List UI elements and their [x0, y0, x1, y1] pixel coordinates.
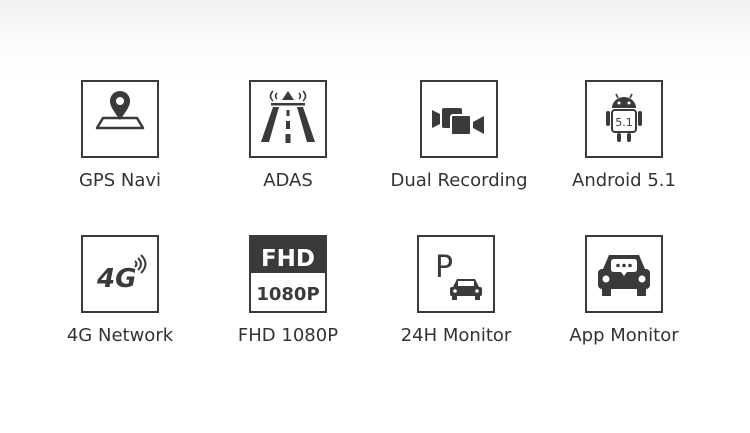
- features-grid: GPS Navi ADAS Dual Recording 5.1 Android…: [0, 0, 750, 433]
- 1080p-text: 1080P: [256, 284, 319, 305]
- parking-p-text: P: [435, 250, 453, 285]
- adas-box: [249, 80, 327, 158]
- feature-label: ADAS: [263, 170, 313, 191]
- dual-recording-box: [420, 80, 498, 158]
- feature-gps-navi: GPS Navi: [40, 80, 200, 191]
- 24h-monitor-box: P: [417, 235, 495, 313]
- feature-dual-recording: Dual Recording: [379, 80, 539, 191]
- android-robot-icon: 5.1: [606, 93, 642, 142]
- 4g-network-box: 4G: [81, 235, 159, 313]
- fhd-text: FHD: [261, 246, 315, 272]
- adas-road-icon: [261, 90, 315, 143]
- car-chat-icon: [598, 255, 650, 296]
- feature-4g-network: 4G 4G Network: [40, 235, 200, 346]
- feature-fhd: FHD 1080P FHD 1080P: [208, 235, 368, 346]
- feature-app-monitor: App Monitor: [544, 235, 704, 346]
- feature-android: 5.1 Android 5.1: [544, 80, 704, 191]
- feature-label: GPS Navi: [78, 170, 162, 191]
- android-box: 5.1: [585, 80, 663, 158]
- fhd-badge-icon: FHD 1080P: [251, 237, 325, 305]
- feature-label: Android 5.1: [572, 170, 676, 191]
- feature-label: FHD 1080P: [237, 325, 339, 346]
- 4g-text: 4G: [96, 264, 136, 294]
- feature-label: 24H Monitor: [400, 325, 512, 346]
- android-version-text: 5.1: [615, 116, 633, 129]
- app-monitor-box: [585, 235, 663, 313]
- gps-map-pin-icon: [95, 91, 145, 130]
- feature-label: Dual Recording: [390, 170, 528, 191]
- gps-navi-box: [81, 80, 159, 158]
- 4g-signal-icon: 4G: [96, 254, 147, 294]
- feature-label: 4G Network: [66, 325, 174, 346]
- feature-label: App Monitor: [569, 325, 679, 346]
- parking-car-icon: P: [435, 250, 482, 300]
- fhd-box: FHD 1080P: [249, 235, 327, 313]
- feature-24h-monitor: P 24H Monitor: [376, 235, 536, 346]
- dual-camera-icon: [432, 108, 484, 136]
- feature-adas: ADAS: [208, 80, 368, 191]
